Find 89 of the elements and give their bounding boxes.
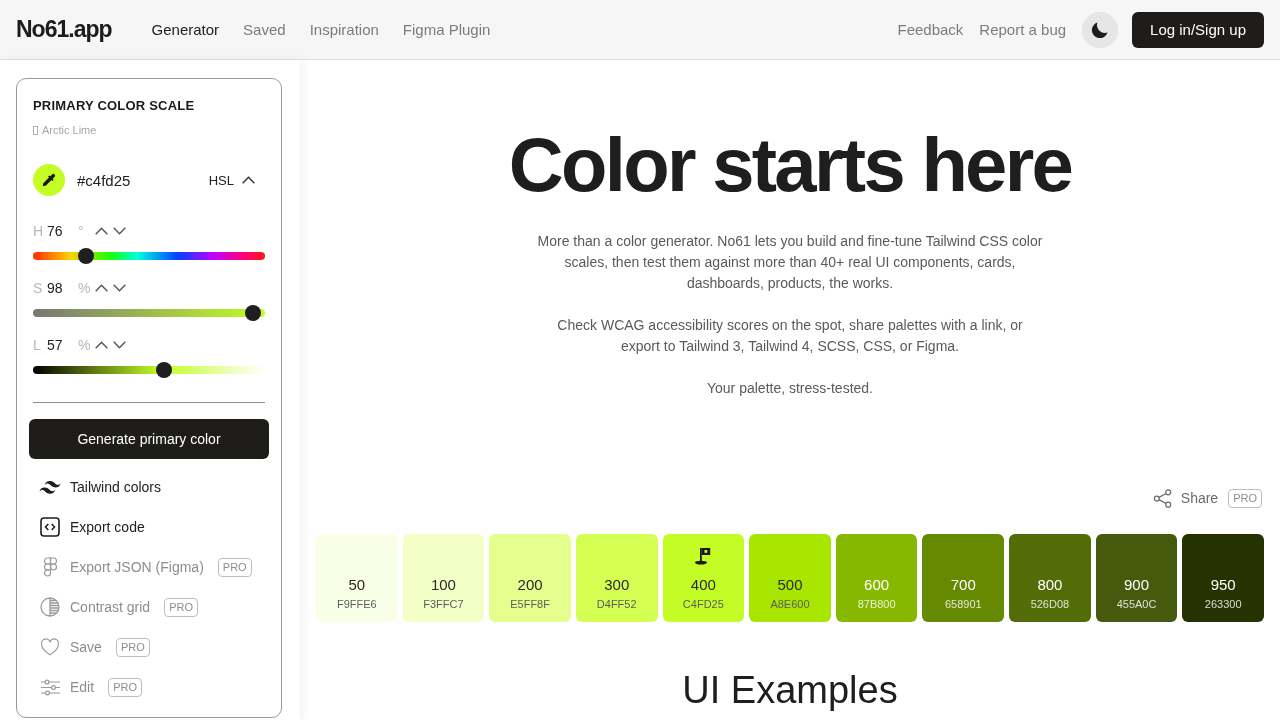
hero-paragraph: More than a color generator. No61 lets you build and fine-tune Tailwind CSS color scales, then test them against more than 40+ real UI components, cards, dashboards, products, the works. bbox=[536, 232, 1044, 293]
swatch-hex-code: F3FFC7 bbox=[423, 597, 464, 611]
swatch-shade-label: 300 bbox=[604, 576, 630, 594]
swatch-hex-code: D4FF52 bbox=[596, 597, 637, 611]
login-button[interactable]: Log in/Sign up bbox=[1132, 11, 1264, 48]
color-swatch[interactable]: 500 A8E600 bbox=[749, 534, 831, 622]
swatch-shade-label: 700 bbox=[950, 576, 976, 594]
swatch-hex-code: F9FFE6 bbox=[336, 597, 377, 611]
pro-badge: PRO bbox=[108, 677, 142, 697]
channel-unit: ° bbox=[78, 223, 85, 239]
chevron-up-icon[interactable] bbox=[95, 284, 108, 292]
contrast-circle-icon bbox=[40, 597, 60, 617]
swatch-shade-label: 200 bbox=[517, 576, 543, 594]
slider-thumb[interactable] bbox=[78, 248, 95, 264]
swatch-hex-code: E5FF8F bbox=[510, 597, 550, 611]
swatch-hex-code: A8E600 bbox=[770, 597, 810, 611]
channel-value[interactable]: 98 bbox=[47, 280, 78, 296]
hex-code: #c4fd25 bbox=[77, 171, 131, 189]
figma-icon bbox=[42, 556, 58, 578]
sliders-icon bbox=[40, 678, 60, 696]
palette-name: Arctic Lime bbox=[42, 124, 97, 136]
swatch-shade-label: 900 bbox=[1124, 576, 1150, 594]
wave-icon bbox=[39, 480, 61, 494]
swatch-hex-code: C4FD25 bbox=[682, 597, 724, 611]
swatch-hex-code: 658901 bbox=[944, 597, 982, 611]
eyedropper-icon bbox=[41, 172, 57, 188]
header-link[interactable]: Report a bug bbox=[979, 21, 1067, 38]
color-picker-swatch[interactable] bbox=[33, 164, 65, 196]
hero-paragraph: Check WCAG accessibility scores on the spot, share palettes with a link, or export to Tailwind 3, Tailwind 4, SCSS, CSS, or Figma. bbox=[556, 316, 1024, 356]
menu-item[interactable]: Export code bbox=[39, 515, 145, 539]
color-swatch[interactable]: 200 E5FF8F bbox=[489, 534, 571, 622]
color-mode-dropdown[interactable]: HSL bbox=[208, 172, 255, 188]
swatch-shade-label: 950 bbox=[1210, 576, 1236, 594]
color-swatch[interactable]: 900 455A0C bbox=[1095, 534, 1178, 622]
flag-icon bbox=[694, 547, 713, 565]
pro-badge: PRO bbox=[1228, 488, 1262, 508]
swatch-shade-label: 600 bbox=[864, 576, 890, 594]
channel-letter: L bbox=[33, 337, 42, 353]
channel-letter: H bbox=[33, 223, 45, 239]
color-swatch[interactable]: 950 263300 bbox=[1182, 534, 1264, 622]
nav-link[interactable]: Generator bbox=[151, 21, 220, 38]
channel-value[interactable]: 57 bbox=[47, 337, 78, 353]
chevron-up-icon bbox=[242, 176, 255, 184]
generate-button[interactable]: Generate primary color bbox=[29, 419, 269, 459]
header-link[interactable]: Feedback bbox=[897, 21, 964, 38]
chevron-down-icon[interactable] bbox=[113, 284, 126, 292]
glyph-box-icon bbox=[33, 125, 38, 135]
swatch-shade-label: 400 bbox=[690, 576, 716, 594]
share-button[interactable]: Share bbox=[1152, 488, 1219, 508]
swatch-shade-label: 500 bbox=[777, 576, 803, 594]
color-swatch[interactable]: 400 C4FD25 bbox=[662, 534, 745, 622]
chevron-up-icon[interactable] bbox=[95, 341, 108, 349]
channel-value[interactable]: 76 bbox=[47, 223, 78, 239]
chevron-down-icon[interactable] bbox=[113, 341, 126, 349]
swatch-hex-code: 455A0C bbox=[1116, 597, 1157, 611]
share-icon bbox=[1152, 488, 1172, 508]
slider-thumb[interactable] bbox=[156, 362, 173, 378]
color-swatch[interactable]: 800 526D08 bbox=[1009, 534, 1091, 622]
swatch-shade-label: 50 bbox=[348, 576, 366, 594]
color-swatch[interactable]: 50 F9FFE6 bbox=[316, 534, 398, 622]
nav-link[interactable]: Figma Plugin bbox=[402, 21, 491, 38]
logo[interactable]: No61.app bbox=[16, 16, 112, 43]
swatch-shade-label: 100 bbox=[430, 576, 456, 594]
color-swatch[interactable]: 700 658901 bbox=[922, 534, 1005, 622]
swatch-shade-label: 800 bbox=[1037, 576, 1063, 594]
color-swatch[interactable]: 300 D4FF52 bbox=[575, 534, 658, 622]
chevron-down-icon[interactable] bbox=[113, 227, 126, 235]
swatch-hex-code: 526D08 bbox=[1030, 597, 1070, 611]
chevron-up-icon[interactable] bbox=[95, 227, 108, 235]
channel-letter: S bbox=[33, 280, 44, 296]
channel-unit: % bbox=[78, 280, 92, 296]
menu-item[interactable]: Tailwind colors bbox=[39, 475, 162, 499]
pro-badge: PRO bbox=[164, 597, 198, 617]
pro-badge: PRO bbox=[115, 637, 150, 657]
pro-badge: PRO bbox=[217, 557, 252, 577]
heart-icon bbox=[40, 638, 60, 656]
swatch-hex-code: 87B800 bbox=[857, 597, 896, 611]
theme-toggle-button[interactable] bbox=[1082, 11, 1119, 48]
code-icon bbox=[40, 517, 60, 537]
nav-link[interactable]: Saved bbox=[243, 21, 286, 38]
channel-unit: % bbox=[78, 337, 92, 353]
color-swatch[interactable]: 100 F3FFC7 bbox=[402, 534, 485, 622]
slider-thumb[interactable] bbox=[244, 305, 261, 321]
swatch-hex-code: 263300 bbox=[1204, 597, 1242, 611]
hero-paragraph: Your palette, stress-tested. bbox=[706, 379, 874, 398]
section-heading: UI Examples bbox=[682, 670, 898, 710]
hero-title: Color starts here bbox=[508, 127, 1072, 203]
panel-title: PRIMARY COLOR SCALE bbox=[33, 98, 196, 114]
nav-link[interactable]: Inspiration bbox=[309, 21, 379, 38]
